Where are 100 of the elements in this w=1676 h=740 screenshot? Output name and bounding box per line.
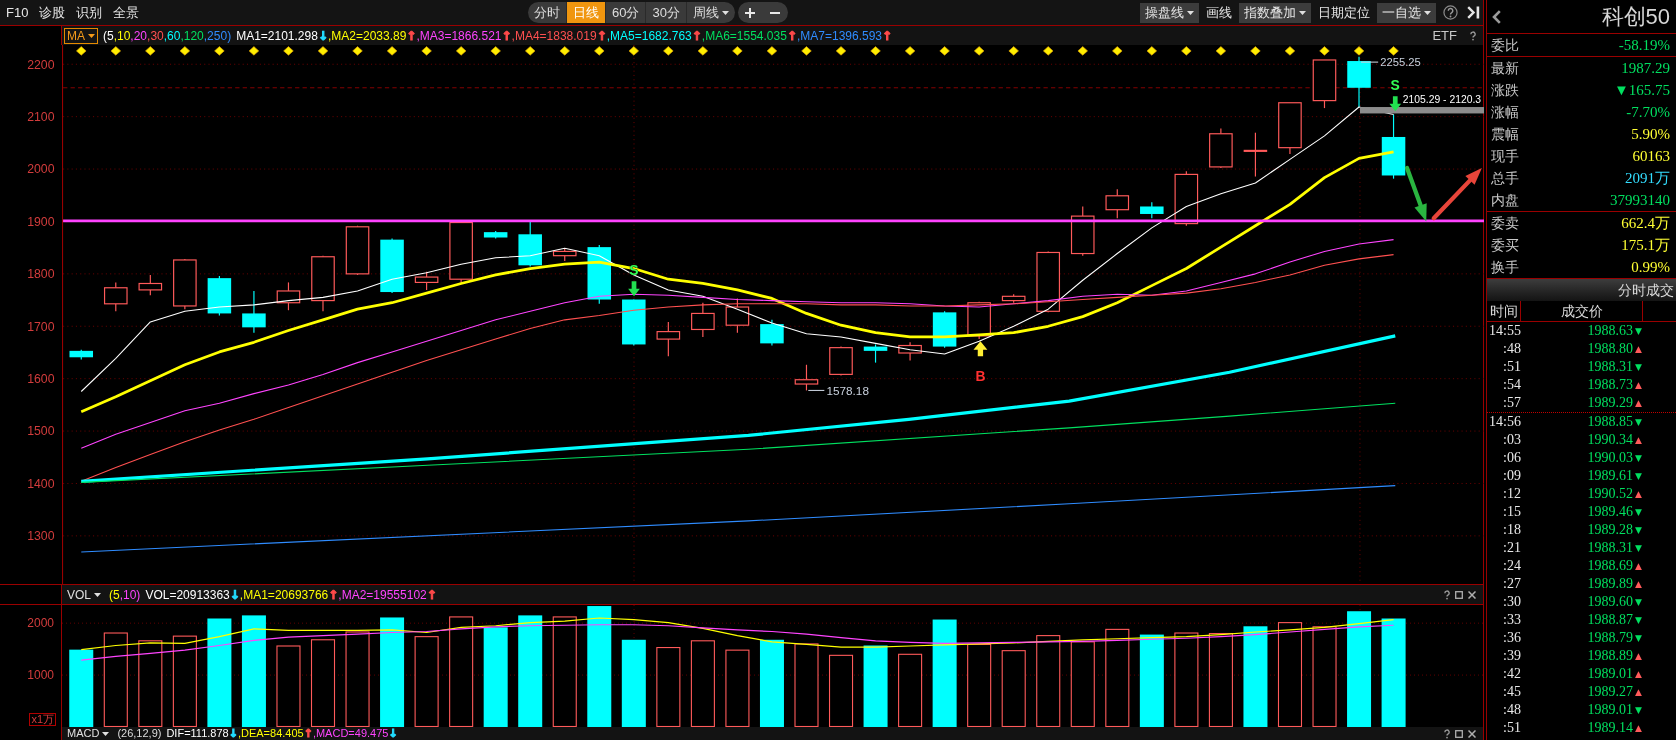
axis-label: 1900 [27, 214, 55, 229]
toolbar-link[interactable]: F10 [6, 6, 29, 19]
quote-value: 2091万 [1625, 170, 1670, 186]
indicator-parameter: ,10 [113, 29, 131, 42]
direction-marker: ▼ [1635, 507, 1642, 517]
toolbar-link[interactable]: 日期定位 [1318, 6, 1370, 19]
help-icon[interactable] [1444, 728, 1450, 739]
indicator-parameter: ,250) [203, 29, 232, 42]
indicator-value: ,MA6=1554.035 [701, 29, 787, 42]
caret-down-icon [94, 592, 101, 597]
trade-time: :45 [1502, 685, 1521, 699]
indicator-parameter: (5 [103, 29, 114, 42]
candlestick [1278, 102, 1302, 155]
trade-price: 1989.01 [1587, 667, 1634, 681]
indicator-value: ,DEA=84.405 [237, 728, 304, 739]
indicator-dropdown[interactable]: MACD [64, 727, 113, 740]
dropdown-button[interactable]: 操盘线 [1140, 2, 1199, 23]
trade-time: :42 [1502, 667, 1521, 681]
trade-price: 1989.46 [1587, 505, 1634, 519]
price-label: 2105.29 - 2120.3 [1402, 93, 1482, 105]
indicator-dropdown[interactable]: MA [64, 27, 98, 44]
trade-time: :30 [1502, 595, 1521, 609]
direction-marker: ▲ [1635, 398, 1642, 408]
direction-marker: ▲ [1635, 669, 1642, 679]
quote-value: -7.70% [1626, 104, 1670, 120]
indicator-value: DIF=111.878 [166, 728, 229, 739]
etf-link[interactable]: ETF [1432, 29, 1457, 42]
axis-label: 2000 [27, 617, 54, 630]
candlestick [173, 258, 197, 310]
dropdown-button[interactable]: 指数叠加 [1239, 2, 1311, 23]
trade-price: 1988.85 [1587, 415, 1634, 429]
period-tab[interactable]: 周线 [686, 2, 735, 23]
period-tab[interactable]: 30分 [646, 2, 687, 23]
candlestick [276, 281, 301, 311]
quote-value: 37993140 [1610, 192, 1670, 208]
direction-marker: ▼ [1635, 453, 1642, 463]
quote-value: 5.90% [1631, 126, 1670, 142]
candlestick [242, 290, 266, 334]
toolbar-link[interactable]: 诊股 [39, 6, 66, 19]
axis-label: 2100 [27, 109, 55, 124]
period-tab[interactable]: 60分 [606, 2, 647, 23]
candlestick [483, 230, 508, 240]
candlestick [1312, 59, 1337, 109]
trend-arrow: ↑ [882, 29, 893, 42]
candlestick [518, 220, 542, 267]
trade-time: :18 [1502, 523, 1521, 537]
leader-line [807, 389, 825, 391]
toolbar-link[interactable]: 识别 [76, 6, 103, 19]
help-icon[interactable] [1443, 5, 1458, 20]
toolbar-link[interactable]: 全景 [113, 6, 140, 19]
caret-down-icon [1187, 10, 1194, 15]
chevron-left-icon[interactable] [1492, 9, 1501, 24]
quote-label: 委卖 [1491, 216, 1519, 230]
caret-down-icon [102, 731, 110, 736]
help-icon[interactable] [1444, 589, 1450, 600]
chevron-bar-icon[interactable] [1467, 6, 1480, 19]
direction-marker: ▼ [1635, 417, 1642, 427]
indicator-parameter: ,20 [130, 29, 148, 42]
square-icon[interactable] [1455, 590, 1463, 599]
axis-label: 2200 [27, 57, 55, 72]
axis-label: 1600 [27, 371, 55, 386]
quote-value: 175.1万 [1621, 237, 1670, 253]
square-icon[interactable] [1455, 729, 1463, 738]
trade-time: :48 [1502, 703, 1521, 717]
trade-time: :57 [1502, 396, 1521, 410]
trade-price: 1989.29 [1587, 396, 1634, 410]
candlestick [829, 346, 853, 377]
toolbar-link[interactable]: 画线 [1206, 6, 1232, 19]
indicator-value: ,MA2=19555102 [338, 588, 427, 601]
candlestick [103, 281, 128, 312]
indicator-value: ,MA7=1396.593 [796, 29, 883, 42]
indicator-value: ,MA2=2033.89 [327, 29, 407, 42]
help-icon[interactable] [1470, 30, 1476, 41]
caret-down-icon [1424, 10, 1431, 15]
candlestick [1036, 250, 1060, 313]
candlestick [622, 298, 646, 347]
axis-label: 1500 [27, 424, 55, 439]
trade-price: 1989.01 [1587, 703, 1634, 717]
quote-value: ▼165.75 [1613, 82, 1670, 98]
candlestick [760, 319, 784, 347]
indicator-value: ,MACD=49.475 [312, 728, 389, 739]
trade-time: :24 [1502, 559, 1521, 573]
axis-label: 1000 [27, 669, 54, 682]
close-icon[interactable] [1468, 590, 1476, 599]
candlestick [311, 255, 335, 312]
quote-label: 委比 [1491, 38, 1519, 52]
close-icon[interactable] [1468, 729, 1476, 738]
quote-value: -58.19% [1618, 37, 1670, 53]
dropdown-button[interactable]: 一自选 [1377, 2, 1436, 23]
direction-marker: ▲ [1635, 435, 1642, 445]
direction-marker: ▲ [1635, 687, 1642, 697]
trend-arrow [1404, 165, 1427, 222]
signal-label: S [1390, 76, 1400, 93]
trade-time: :33 [1502, 613, 1521, 627]
trade-price: 1990.52 [1587, 487, 1634, 501]
indicator-dropdown[interactable]: VOL [64, 586, 104, 603]
quote-value: 0.99% [1631, 259, 1670, 275]
candlestick [725, 297, 750, 334]
candlestick [138, 274, 163, 296]
trend-arrow: ↑ [406, 29, 417, 42]
